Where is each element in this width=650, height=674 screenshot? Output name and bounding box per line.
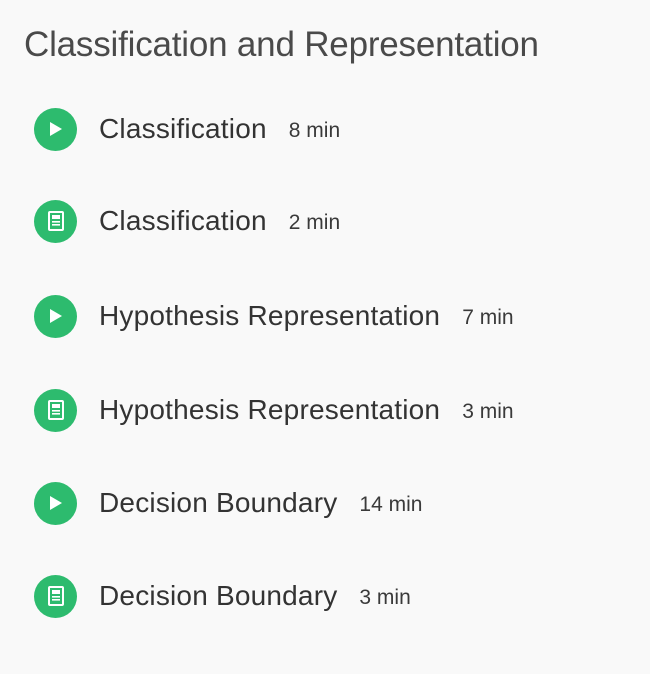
reading-icon	[34, 574, 77, 618]
lesson-list: Classification 8 min Classification 2 mi…	[0, 0, 650, 674]
play-icon	[34, 107, 77, 151]
lesson-duration: 3 min	[462, 400, 514, 423]
lesson-title: Decision Boundary	[99, 487, 338, 518]
module-section: Classification and Representation Classi…	[0, 0, 650, 674]
lesson-title: Hypothesis Representation	[99, 394, 441, 425]
play-icon	[34, 294, 77, 338]
lesson-item-video[interactable]: Hypothesis Representation 7 min	[34, 294, 514, 338]
lesson-item-reading[interactable]: Classification 2 min	[34, 199, 340, 243]
play-icon	[34, 481, 77, 525]
lesson-item-reading[interactable]: Decision Boundary 3 min	[34, 574, 411, 618]
lesson-duration: 2 min	[288, 211, 341, 234]
lesson-title: Decision Boundary	[99, 580, 338, 611]
lesson-title: Classification	[99, 205, 267, 236]
lesson-duration: 8 min	[288, 119, 341, 142]
lesson-item-reading[interactable]: Hypothesis Representation 3 min	[34, 388, 514, 432]
lesson-item-video[interactable]: Decision Boundary 14 min	[34, 481, 422, 525]
lesson-title: Classification	[99, 113, 267, 144]
lesson-title: Hypothesis Representation	[99, 300, 441, 331]
lesson-duration: 7 min	[462, 306, 514, 329]
lesson-duration: 3 min	[359, 586, 411, 609]
lesson-duration: 14 min	[359, 493, 423, 516]
lesson-item-video[interactable]: Classification 8 min	[34, 107, 340, 151]
reading-icon	[34, 388, 77, 432]
reading-icon	[34, 199, 77, 243]
